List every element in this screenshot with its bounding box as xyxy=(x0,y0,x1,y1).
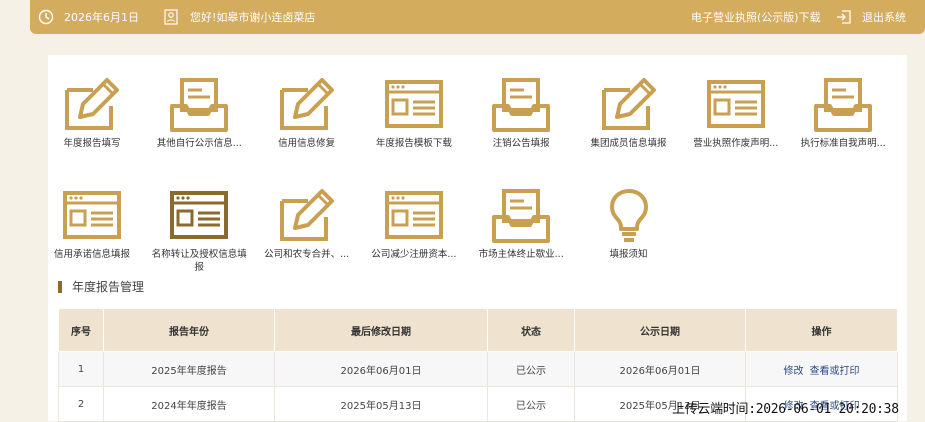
function-tile[interactable]: 名称转让及授权信息填报 xyxy=(145,187,253,274)
pencil-icon xyxy=(38,76,146,134)
cell-published: 2026年06月01日 xyxy=(574,351,746,387)
function-tile-label: 年度报告填写 xyxy=(63,138,121,149)
function-tile-label: 执行标准自我声明... xyxy=(800,138,886,149)
function-tile[interactable]: 执行标准自我声明... xyxy=(789,76,897,150)
top-bar: 2026年6月1日 您好!如皋市谢小连卤菜店 电子营业执照(公示版)下载 退出系… xyxy=(30,0,925,34)
inbox-tray-icon xyxy=(145,76,253,134)
cell-no: 2 xyxy=(58,386,104,422)
function-tile-label: 填报须知 xyxy=(609,249,648,260)
function-tile[interactable]: 集团成员信息填报 xyxy=(575,76,683,150)
function-tile-label: 注销公告填报 xyxy=(492,138,550,149)
cell-modified: 2025年05月13日 xyxy=(274,386,488,422)
cell-no: 1 xyxy=(58,351,104,387)
clock-icon xyxy=(38,0,54,34)
col-header-year: 报告年份 xyxy=(103,308,275,352)
function-tile-label: 年度报告模板下载 xyxy=(375,138,452,149)
function-tile[interactable]: 信用承诺信息填报 xyxy=(38,187,146,261)
function-tile[interactable]: 填报须知 xyxy=(575,187,683,261)
col-header-no: 序号 xyxy=(58,308,104,352)
function-tile-label: 市场主体终止歇业... xyxy=(478,249,564,260)
edit-link[interactable]: 修改 xyxy=(784,366,804,377)
lightbulb-icon xyxy=(575,187,683,245)
function-tile-label: 其他自行公示信息... xyxy=(156,138,242,149)
section-title: 年度报告管理 xyxy=(58,281,144,293)
license-download-link[interactable]: 电子营业执照(公示版)下载 xyxy=(691,0,821,34)
greeting-text: 您好!如皋市谢小连卤菜店 xyxy=(190,11,316,24)
cell-actions: 修改 查看或打印 xyxy=(745,351,898,387)
cell-modified: 2026年06月01日 xyxy=(274,351,488,387)
pencil-icon xyxy=(253,187,361,245)
cell-year: 2024年年度报告 xyxy=(103,386,275,422)
pencil-icon xyxy=(253,76,361,134)
function-tile-label: 信用信息修复 xyxy=(278,138,336,149)
col-header-status: 状态 xyxy=(487,308,575,352)
browser-window-icon xyxy=(145,187,253,245)
logout-link[interactable]: 退出系统 xyxy=(862,0,906,34)
view-print-link[interactable]: 查看或打印 xyxy=(810,366,860,377)
function-tile-label: 信用承诺信息填报 xyxy=(53,249,130,260)
function-tile[interactable]: 公司减少注册资本... xyxy=(360,187,468,261)
function-tile[interactable]: 注销公告填报 xyxy=(467,76,575,150)
browser-window-icon xyxy=(38,187,146,245)
cell-status: 已公示 xyxy=(487,351,575,387)
browser-window-icon xyxy=(360,76,468,134)
function-tile-label: 公司和农专合并、... xyxy=(264,249,350,260)
function-tile-label: 公司减少注册资本... xyxy=(371,249,457,260)
function-tile-label: 营业执照作废声明... xyxy=(693,138,779,149)
table-row: 1 2025年年度报告 2026年06月01日 已公示 2026年06月01日 … xyxy=(58,351,898,387)
col-header-published: 公示日期 xyxy=(574,308,746,352)
function-tile[interactable]: 年度报告模板下载 xyxy=(360,76,468,150)
pencil-icon xyxy=(575,76,683,134)
function-tile[interactable]: 公司和农专合并、... xyxy=(253,187,361,261)
cell-year: 2025年年度报告 xyxy=(103,351,275,387)
function-tile[interactable]: 其他自行公示信息... xyxy=(145,76,253,150)
logout-icon[interactable] xyxy=(836,0,852,34)
browser-window-icon xyxy=(360,187,468,245)
function-tile[interactable]: 信用信息修复 xyxy=(253,76,361,150)
upload-time-stamp: 上传云端时间:2026-06-01 20:20:38 xyxy=(672,402,899,417)
function-tile-label: 集团成员信息填报 xyxy=(590,138,667,149)
inbox-tray-icon xyxy=(467,187,575,245)
user-icon xyxy=(164,0,178,34)
inbox-tray-icon xyxy=(789,76,897,134)
browser-window-icon xyxy=(682,76,790,134)
function-tile-label: 名称转让及授权信息填报 xyxy=(151,249,247,273)
function-tile[interactable]: 营业执照作废声明... xyxy=(682,76,790,150)
col-header-modified: 最后修改日期 xyxy=(274,308,488,352)
date-text: 2026年6月1日 xyxy=(64,11,139,24)
main-panel: 年度报告填写 其他自行公示信息... 信用信息修复 年度报告模板下载 注销公告填报 集团成… xyxy=(48,55,907,422)
cell-status: 已公示 xyxy=(487,386,575,422)
function-tile[interactable]: 年度报告填写 xyxy=(38,76,146,150)
col-header-actions: 操作 xyxy=(745,308,898,352)
function-tile[interactable]: 市场主体终止歇业... xyxy=(467,187,575,261)
inbox-tray-icon xyxy=(467,76,575,134)
table-header-row: 序号 报告年份 最后修改日期 状态 公示日期 操作 xyxy=(58,308,898,352)
